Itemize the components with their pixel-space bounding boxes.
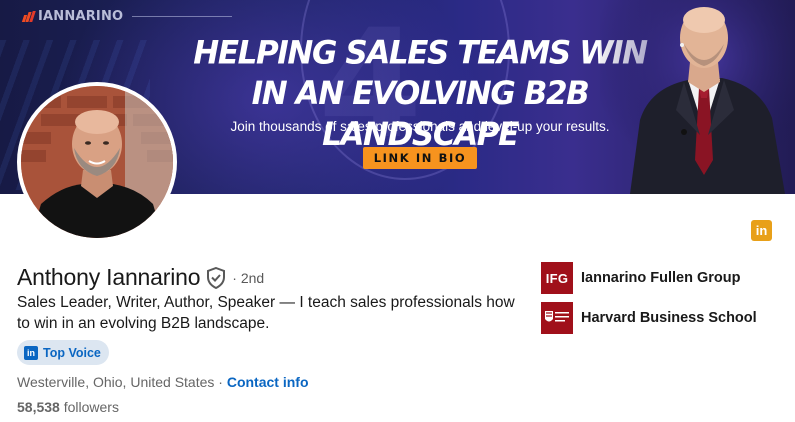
followers-count[interactable]: 58,538 followers: [17, 399, 119, 415]
company-item-harvard-business-school[interactable]: Harvard Business School: [541, 302, 757, 334]
location-separator: ·: [218, 374, 223, 390]
logo-bars-icon: [21, 11, 36, 22]
company-item-iannarino-fullen-group[interactable]: IFG Iannarino Fullen Group: [541, 262, 741, 294]
profile-name: Anthony Iannarino: [17, 264, 201, 290]
banner-headline: HELPING SALES TEAMS WIN IN AN EVOLVING B…: [190, 33, 650, 155]
location-row: Westerville, Ohio, United States · Conta…: [17, 374, 309, 390]
banner-headline-line2: IN AN EVOLVING B2B LANDSCAPE: [251, 75, 590, 154]
profile-avatar[interactable]: [17, 82, 177, 242]
ifg-logo: IFG: [541, 262, 573, 294]
company-name: Iannarino Fullen Group: [581, 270, 741, 286]
profile-name-row: Anthony Iannarino · 2nd: [17, 264, 264, 291]
avatar-photo: [21, 86, 173, 238]
profile-headline: Sales Leader, Writer, Author, Speaker — …: [17, 294, 515, 332]
banner-subline: Join thousands of sales professionals an…: [230, 119, 610, 134]
verified-shield-icon[interactable]: [206, 266, 226, 289]
harvard-shield-logo: [541, 302, 573, 334]
top-voice-label: Top Voice: [43, 345, 101, 360]
followers-label: followers: [63, 399, 119, 415]
linkedin-small-icon: in: [24, 345, 38, 360]
followers-number: 58,538: [17, 399, 60, 415]
logo-text: IANNARINO: [38, 9, 124, 24]
company-name: Harvard Business School: [581, 310, 757, 326]
connection-degree: · 2nd: [232, 269, 265, 286]
contact-info-link[interactable]: Contact info: [227, 374, 309, 390]
logo-divider: [132, 16, 232, 17]
banner-logo: IANNARINO: [21, 9, 124, 24]
linkedin-logo-icon[interactable]: in: [751, 220, 772, 241]
link-in-bio-button: LINK IN BIO: [363, 147, 477, 169]
speaker-photo: [600, 0, 795, 194]
top-voice-badge[interactable]: in Top Voice: [17, 340, 109, 365]
profile-location: Westerville, Ohio, United States: [17, 374, 215, 390]
banner-headline-line1: HELPING SALES TEAMS WIN: [193, 34, 648, 72]
